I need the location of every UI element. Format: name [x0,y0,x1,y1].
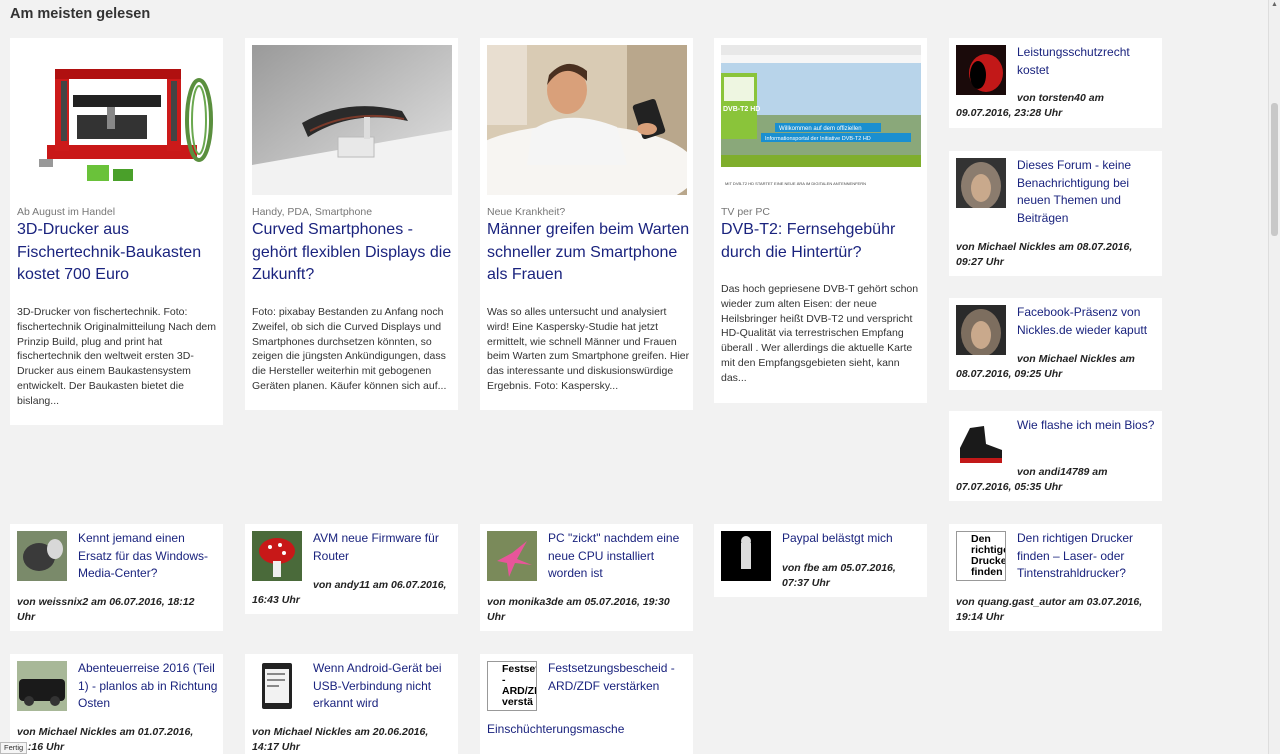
article-title-link[interactable]: 3D-Drucker aus Fischertechnik-Baukasten … [17,219,220,287]
article-kicker: Neue Krankheit? [487,206,566,218]
forum-topic-link[interactable]: Den richtigen Drucker finden – Laser- od… [1017,530,1157,583]
forum-meta: von weissnix2 am 06.07.2016, 18:12 Uhr [17,596,195,623]
forum-card[interactable]: Dieses Forum - keine Benachrichtigung be… [949,151,1162,276]
forum-meta: von monika3de am 05.07.2016, 19:30 Uhr [487,596,670,623]
forum-topic-link[interactable]: Dieses Forum - keine Benachrichtigung be… [1017,157,1157,227]
article-kicker: TV per PC [721,206,771,218]
article-image[interactable] [17,45,217,195]
forum-card[interactable]: Leistungsschutzrecht kostet von torsten4… [949,38,1162,128]
forum-topic-link[interactable]: Facebook-Präsenz von Nickles.de wieder k… [1017,304,1157,339]
forum-card[interactable]: PC "zickt" nachdem eine neue CPU install… [480,524,693,631]
featured-card[interactable]: Neue Krankheit? Männer greifen beim Wart… [480,38,693,410]
forum-meta: von Michael Nickles am 01.07.2016, 11:16 … [17,726,194,753]
forum-meta: von quang.gast_autor am 03.07.2016, 19:14… [956,596,1143,623]
dvb-footer-text: MIT DVB-T2 HD STARTET EINE NEUE ÄRA IM D… [725,181,866,186]
forum-meta: von fbe am 05.07.2016, 07:37 Uhr [782,562,896,589]
forum-meta: von andy11 am 06.07.2016, 16:43 Uhr [252,579,447,606]
article-image[interactable] [252,45,452,195]
dvb-banner-line2: Informationsportal der Initiative DVB-T2… [765,136,871,142]
forum-topic-link[interactable]: AVM neue Firmware für Router [313,530,453,565]
shoe-thumbnail [956,418,1006,468]
forum-topic-link[interactable]: Wie flashe ich mein Bios? [1017,417,1157,435]
article-teaser: Das hoch gepriesene DVB-T gehört schon w… [721,283,919,384]
user-avatar [956,45,1006,95]
status-bar: Fertig [0,742,28,754]
forum-thumbnail [252,531,302,581]
forum-topic-link[interactable]: Festsetzungsbescheid - ARD/ZDF verstärke… [548,660,688,695]
dvb-banner-line1: Willkommen auf dem offiziellen [779,126,862,132]
forum-meta: von torsten40 am 09.07.2016, 23:28 Uhr [956,92,1104,119]
article-image[interactable]: DVB-T2 HD Willkommen auf dem offiziellen… [721,45,921,195]
forum-thumbnail [252,661,302,711]
forum-card[interactable]: Den richtiger Drucker finden Den richtig… [949,524,1162,631]
article-kicker: Ab August im Handel [17,206,116,218]
forum-card[interactable]: Wie flashe ich mein Bios? von andi14789 … [949,411,1162,501]
article-title-link[interactable]: Curved Smartphones - gehört flexiblen Di… [252,219,455,287]
forum-meta: von andi14789 am 07.07.2016, 05:35 Uhr [956,466,1108,493]
forum-card[interactable]: Facebook-Präsenz von Nickles.de wieder k… [949,298,1162,390]
broken-image-thumbnail: Den richtiger Drucker finden [956,531,1006,581]
forum-topic-link[interactable]: Wenn Android-Gerät bei USB-Verbindung ni… [313,660,453,713]
forum-card[interactable]: Wenn Android-Gerät bei USB-Verbindung ni… [245,654,458,754]
forum-card[interactable]: AVM neue Firmware für Router von andy11 … [245,524,458,614]
forum-card[interactable]: Paypal belästgt mich von fbe am 05.07.20… [714,524,927,597]
vertical-scrollbar[interactable]: ▲ [1268,0,1280,754]
featured-card[interactable]: Ab August im Handel 3D-Drucker aus Fisch… [10,38,223,425]
article-image[interactable] [487,45,687,195]
forum-thumbnail [17,661,67,711]
forum-meta: von Michael Nickles am 08.07.2016, 09:27 … [956,241,1133,268]
featured-card[interactable]: Handy, PDA, Smartphone Curved Smartphone… [245,38,458,410]
article-kicker: Handy, PDA, Smartphone [252,206,373,218]
user-avatar [956,305,1006,355]
forum-thumbnail [487,531,537,581]
article-title-link[interactable]: DVB-T2: Fernsehgebühr durch die Hintertü… [721,219,924,264]
article-teaser: Foto: pixabay Bestanden zu Anfang noch Z… [252,306,447,392]
forum-card[interactable]: Festsetzung - ARD/ZDF verstä Festsetzung… [480,654,693,754]
scrollbar-thumb[interactable] [1271,103,1278,236]
forum-topic-link[interactable]: Abenteuerreise 2016 (Teil 1) - planlos a… [78,660,218,713]
forum-thumbnail [17,531,67,581]
forum-card[interactable]: Kennt jemand einen Ersatz für das Window… [10,524,223,631]
dvb-logo-text: DVB-T2 HD [723,106,760,113]
featured-card[interactable]: DVB-T2 HD Willkommen auf dem offiziellen… [714,38,927,403]
article-teaser: Was so alles untersucht und analysiert w… [487,306,690,392]
scroll-up-arrow-icon[interactable]: ▲ [1271,1,1278,8]
forum-meta: von Michael Nickles am 08.07.2016, 09:25 … [956,353,1135,380]
forum-card[interactable]: Abenteuerreise 2016 (Teil 1) - planlos a… [10,654,223,754]
forum-meta: von Michael Nickles am 20.06.2016, 14:17 … [252,726,429,753]
section-title: Am meisten gelesen [10,6,151,22]
forum-topic-link-continuation[interactable]: Einschüchterungsmasche [487,721,687,739]
forum-topic-link[interactable]: Paypal belästgt mich [782,530,922,548]
forum-topic-link[interactable]: PC "zickt" nachdem eine neue CPU install… [548,530,688,583]
forum-topic-link[interactable]: Kennt jemand einen Ersatz für das Window… [78,530,218,583]
forum-topic-link[interactable]: Leistungsschutzrecht kostet [1017,44,1157,79]
broken-image-thumbnail: Festsetzung - ARD/ZDF verstä [487,661,537,711]
user-avatar [956,158,1006,208]
article-title-link[interactable]: Männer greifen beim Warten schneller zum… [487,219,690,287]
article-teaser: 3D-Drucker von fischertechnik. Foto: fis… [17,306,217,407]
